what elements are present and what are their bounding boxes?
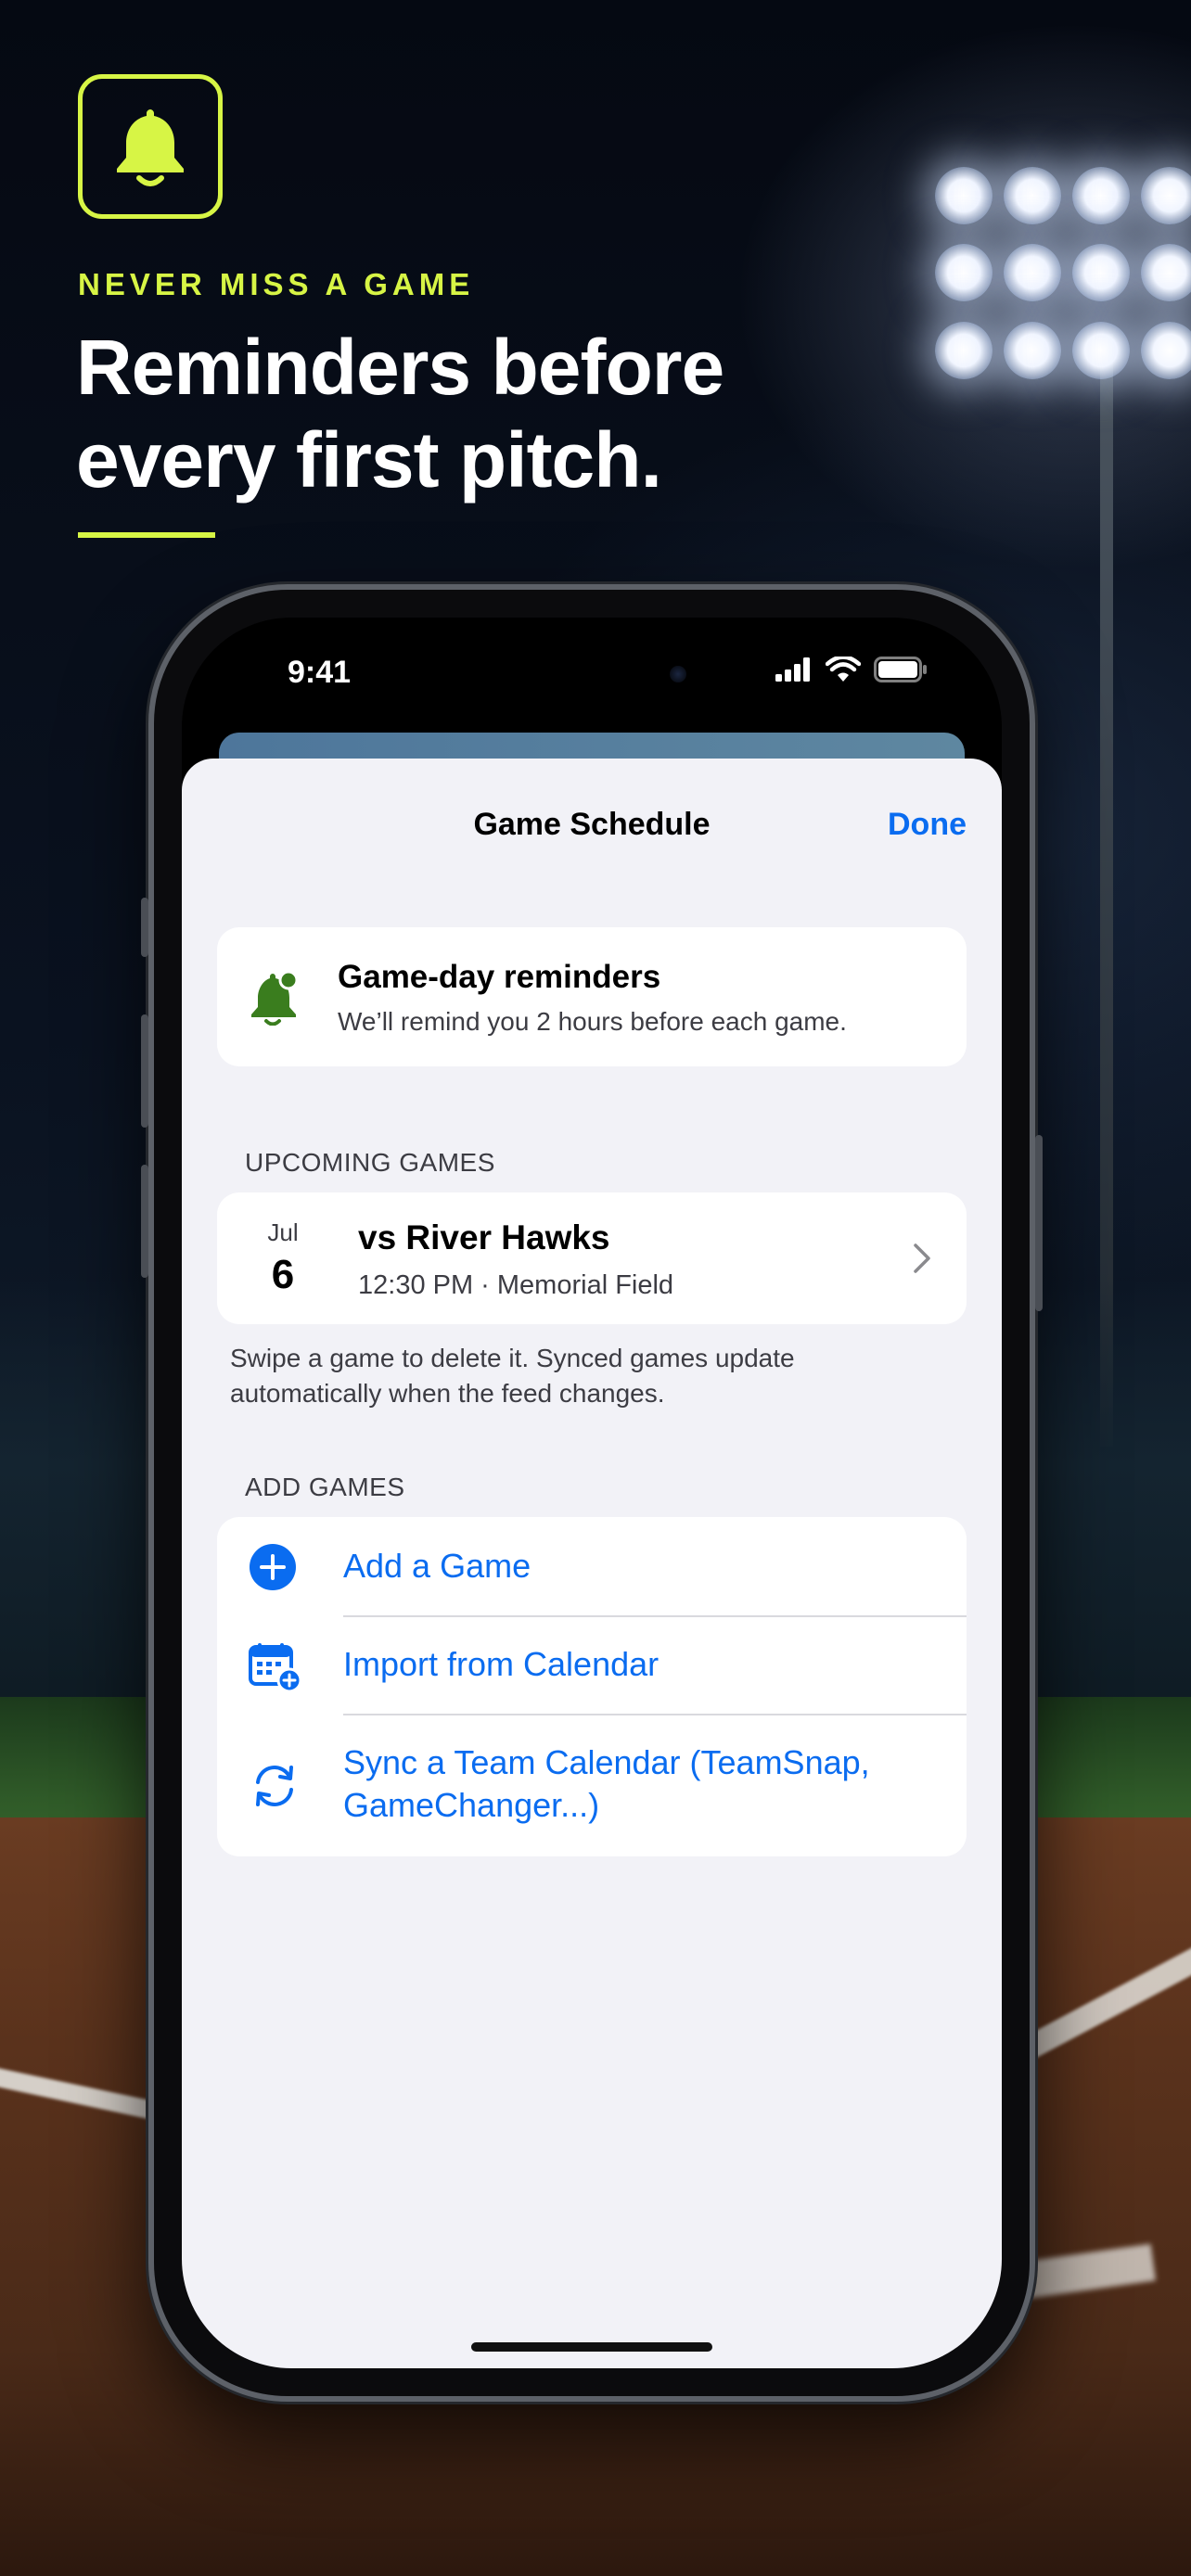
- add-game-row[interactable]: Add a Game: [217, 1517, 967, 1615]
- cellular-signal-icon: [775, 657, 810, 682]
- reminder-card[interactable]: Game-day reminders We’ll remind you 2 ho…: [217, 927, 967, 1066]
- game-details: 12:30 PM · Memorial Field: [358, 1270, 674, 1300]
- import-calendar-row[interactable]: Import from Calendar: [217, 1617, 967, 1714]
- import-calendar-label: Import from Calendar: [343, 1645, 660, 1683]
- add-games-header: ADD GAMES: [245, 1473, 405, 1501]
- wifi-icon: [826, 657, 861, 682]
- headline-underline: [78, 532, 215, 538]
- volume-up-button: [141, 1014, 148, 1128]
- add-games-card: Add a Game Import from Calendar Sync a T…: [217, 1517, 967, 1856]
- game-day: 6: [271, 1252, 295, 1297]
- dynamic-island: [484, 644, 699, 703]
- status-icons: [775, 657, 928, 682]
- reminder-subtitle: We’ll remind you 2 hours before each gam…: [338, 1007, 847, 1036]
- headline-line-2: every first pitch.: [76, 416, 662, 504]
- camera-lens: [670, 666, 686, 682]
- game-row[interactable]: Jul 6 vs River Hawks 12:30 PM · Memorial…: [217, 1192, 967, 1324]
- done-button[interactable]: Done: [888, 807, 967, 843]
- stadium-lights: [935, 167, 1191, 389]
- sync-team-calendar-label: Sync a Team Calendar (TeamSnap, GameChan…: [343, 1743, 870, 1824]
- power-button: [1035, 1135, 1043, 1311]
- app-icon: [78, 74, 223, 219]
- plus-circle-icon: [250, 1544, 296, 1590]
- mute-switch: [141, 898, 148, 957]
- game-month: Jul: [267, 1218, 299, 1246]
- reminder-title: Game-day reminders: [338, 959, 661, 995]
- home-indicator: [471, 2342, 712, 2352]
- add-game-label: Add a Game: [343, 1547, 531, 1585]
- sync-icon: [256, 1766, 293, 1806]
- phone-screen: 9:41 Game Schedule Done Game-day reminde…: [182, 618, 1002, 2368]
- game-opponent: vs River Hawks: [358, 1218, 610, 1256]
- sheet-title: Game Schedule: [473, 807, 711, 842]
- headline-line-1: Reminders before: [76, 324, 724, 411]
- bell-icon: [117, 109, 184, 186]
- bell-badge-icon: [251, 970, 299, 1026]
- calendar-add-icon: [249, 1643, 302, 1693]
- battery-icon: [874, 657, 927, 682]
- game-schedule-sheet: Game Schedule Done Game-day reminders We…: [182, 759, 1002, 2368]
- swipe-footnote: Swipe a game to delete it. Synced games …: [230, 1344, 795, 1408]
- upcoming-games-header: UPCOMING GAMES: [245, 1148, 495, 1177]
- sync-team-calendar-row[interactable]: Sync a Team Calendar (TeamSnap, GameChan…: [217, 1715, 967, 1856]
- eyebrow-text: NEVER MISS A GAME: [78, 267, 475, 301]
- chevron-right-icon: [914, 1243, 930, 1273]
- status-time: 9:41: [288, 655, 352, 690]
- headline: Reminders before every first pitch.: [76, 321, 818, 506]
- volume-down-button: [141, 1165, 148, 1278]
